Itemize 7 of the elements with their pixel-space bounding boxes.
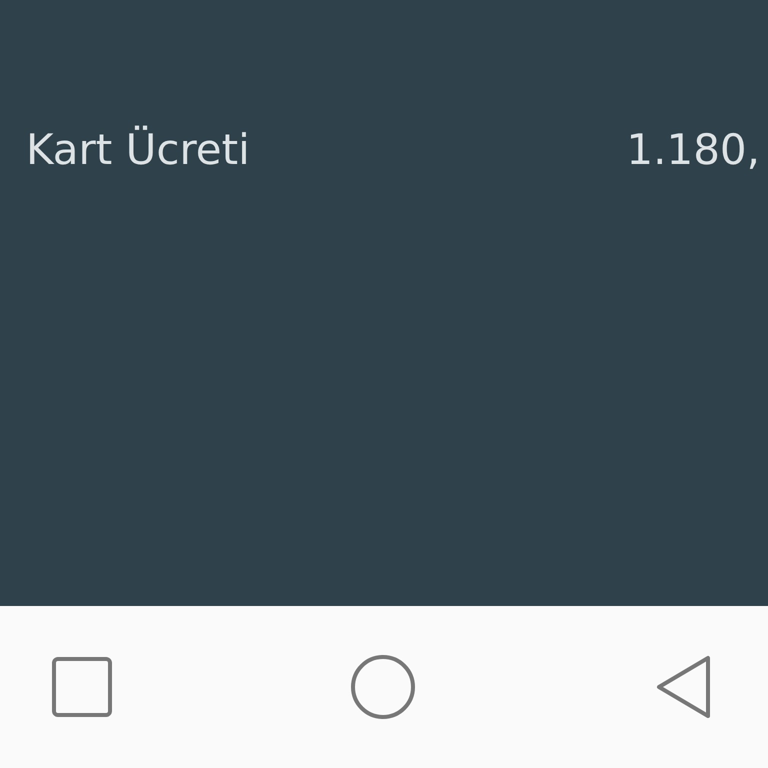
circle-icon [350, 654, 416, 720]
triangle-icon [655, 654, 713, 720]
fee-label: Kart Ücreti [25, 124, 250, 176]
home-button[interactable] [348, 652, 418, 722]
square-icon [52, 657, 112, 717]
fee-amount: 1.180, [626, 124, 761, 176]
recents-button[interactable] [50, 655, 114, 719]
